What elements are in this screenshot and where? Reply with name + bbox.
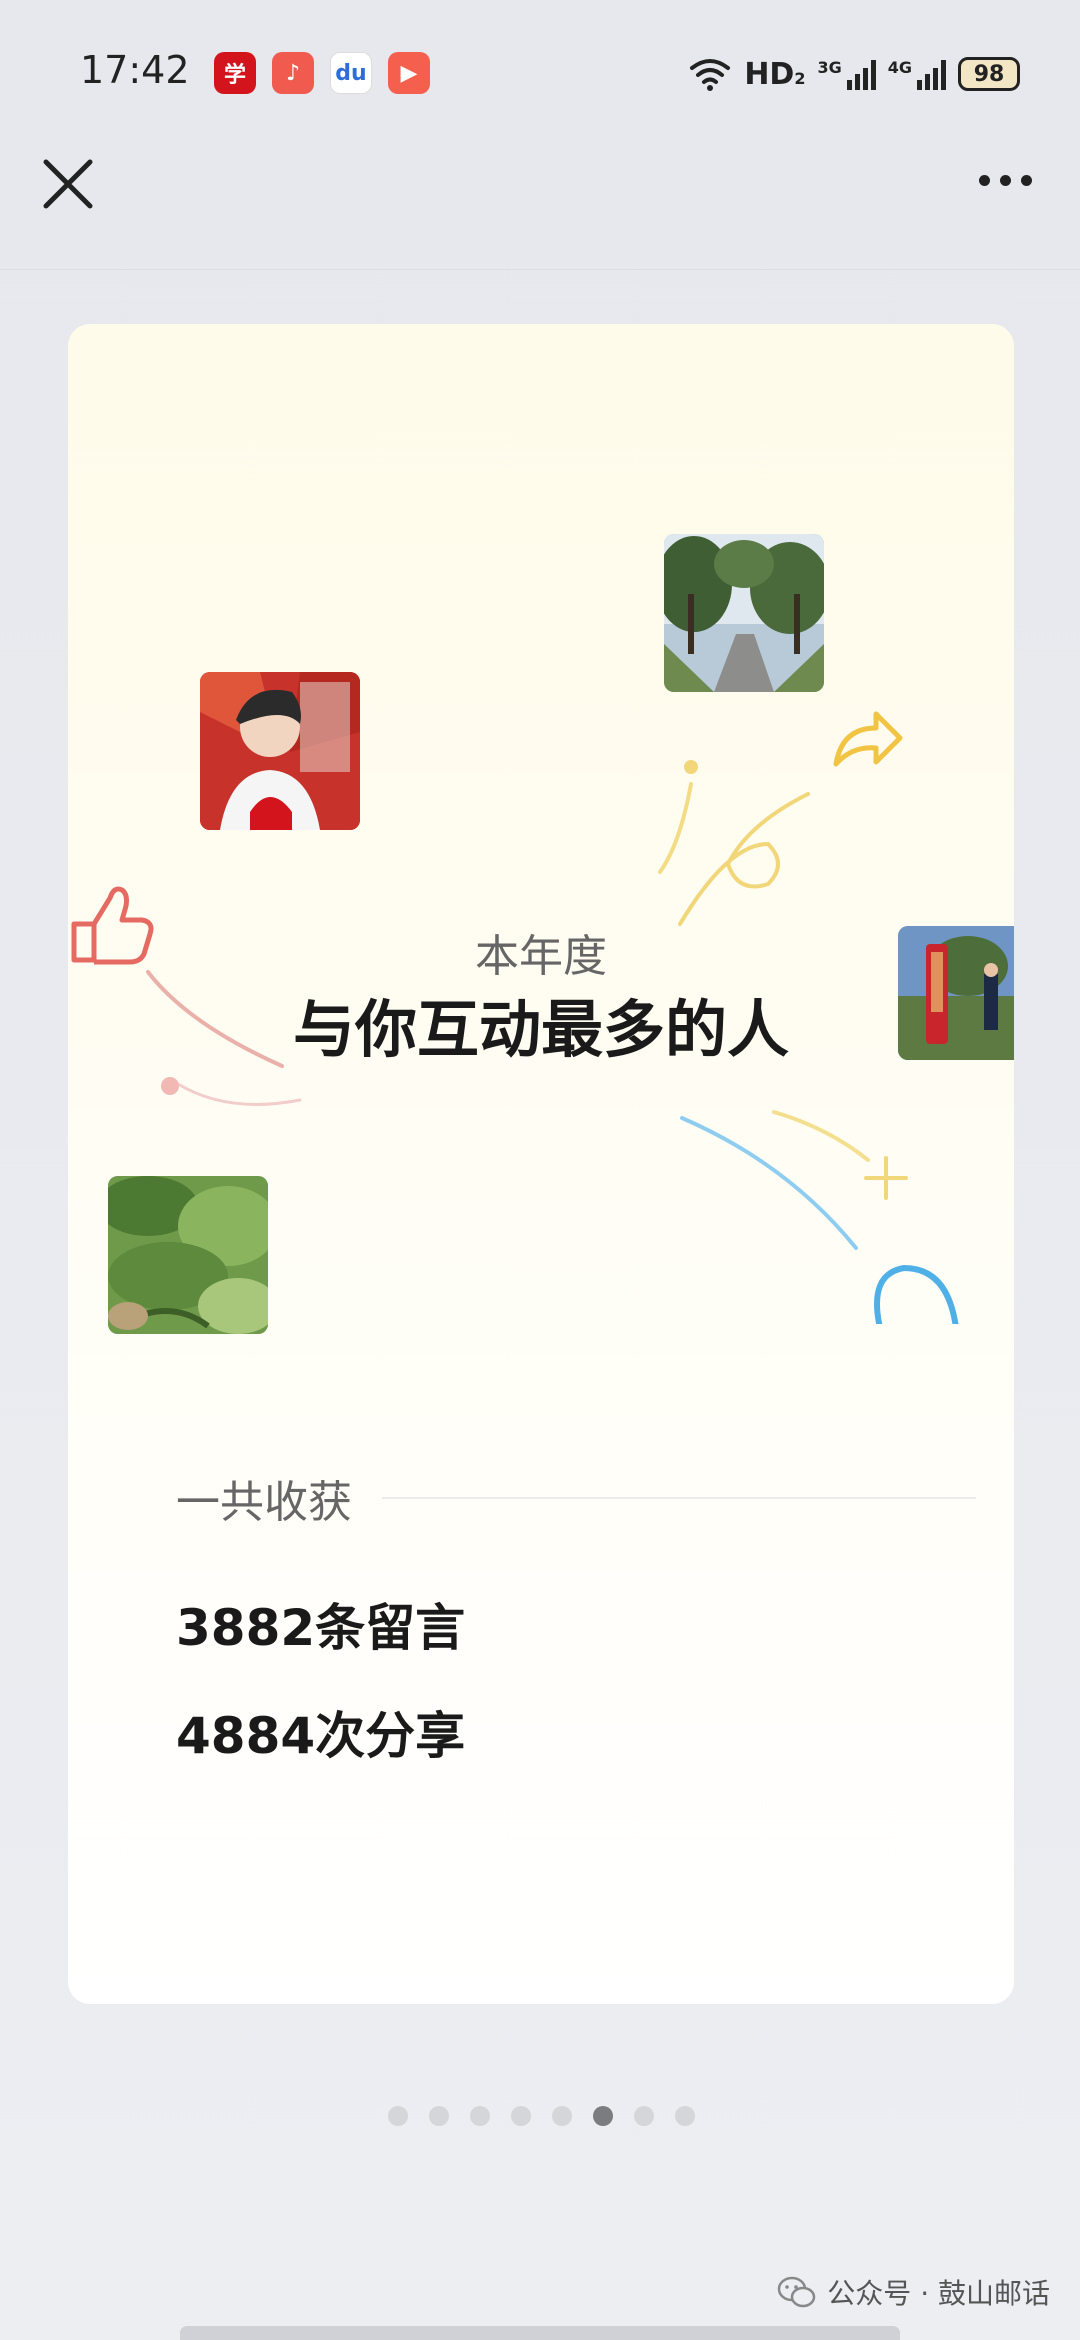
signal-4g-icon: 4G [888,58,946,90]
red-dot [161,1077,179,1095]
card-subtitle: 本年度 [475,931,607,982]
share-arrow-icon [833,711,903,767]
top-nav [0,150,1080,270]
xuexi-app-icon: 学 [214,52,256,94]
page-dot[interactable] [470,2106,490,2126]
page-indicator [388,2106,695,2126]
music-app-icon: ♪ [272,52,314,94]
card-title: 与你互动最多的人 [292,993,789,1066]
wechat-icon [778,2276,816,2308]
stat-comments: 3882条留言 [176,1599,466,1657]
annual-summary-card: 本年度 与你互动最多的人 一共收获 3882条留言 4884次分享 [68,324,1014,2004]
blue-swoosh-line [680,1116,858,1250]
page-dot[interactable] [388,2106,408,2126]
interactor-avatar-4[interactable] [108,1176,268,1334]
blue-circle-arc [874,1264,959,1324]
section-divider [382,1497,976,1499]
page-dot[interactable] [634,2106,654,2126]
page-dot[interactable] [552,2106,572,2126]
kuaishou-app-icon: ▶ [388,52,430,94]
battery-icon: 98 [958,57,1020,91]
signal-3g-icon: 3G [817,58,876,90]
close-icon [43,159,93,209]
page-dot-active[interactable] [593,2106,613,2126]
red-swoosh-line-2 [176,1082,302,1106]
baidu-app-icon: du [330,52,372,94]
yellow-swoosh-line-2 [772,1110,870,1162]
network-label: HD2 [744,56,806,92]
close-button[interactable] [36,152,100,216]
status-time: 17:42 [80,48,190,92]
page-dot[interactable] [675,2106,695,2126]
yellow-swoosh-line [658,782,693,874]
watermark: 公众号 · 鼓山邮话 [777,2272,1050,2312]
more-options-button[interactable] [970,160,1040,200]
status-bar: 17:42 学 ♪ du ▶ HD2 3G 4G 98 [0,0,1080,150]
interactor-avatar-2[interactable] [664,534,824,692]
wifi-icon [690,59,731,91]
page-dot[interactable] [511,2106,531,2126]
sparkle-icon [864,1156,908,1200]
status-indicators: HD2 3G 4G 98 [688,50,1020,98]
yellow-loop-line [678,792,810,926]
page-dot[interactable] [429,2106,449,2126]
harvest-section-header: 一共收获 [176,1468,976,1528]
stat-shares: 4884次分享 [176,1707,466,1765]
interactor-avatar-1[interactable] [200,672,360,830]
section-label: 一共收获 [176,1477,352,1528]
watermark-text: 公众号 · 鼓山邮话 [827,2277,1050,2310]
more-icon [978,174,990,186]
home-indicator[interactable] [180,2326,900,2340]
yellow-dot [684,760,698,774]
